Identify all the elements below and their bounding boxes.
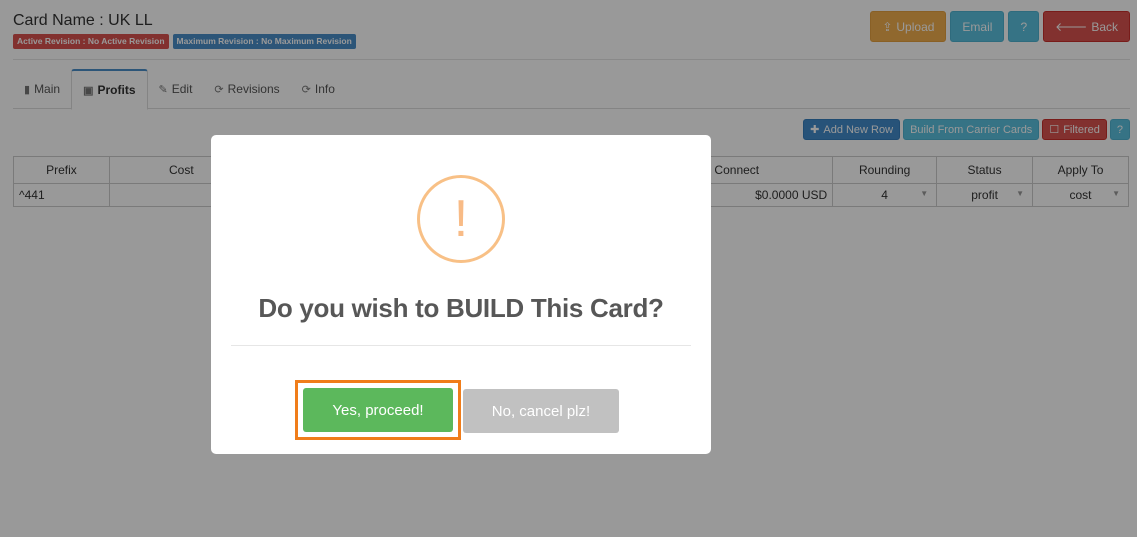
dialog-title: Do you wish to BUILD This Card?	[258, 293, 664, 323]
exclamation-icon: !	[417, 175, 505, 263]
cancel-button[interactable]: No, cancel plz!	[463, 389, 619, 433]
dialog-divider	[231, 345, 691, 346]
confirm-button[interactable]: Yes, proceed!	[303, 388, 453, 432]
confirm-dialog: ! Do you wish to BUILD This Card? Yes, p…	[211, 135, 711, 454]
confirm-button-highlight: Yes, proceed!	[295, 380, 461, 440]
